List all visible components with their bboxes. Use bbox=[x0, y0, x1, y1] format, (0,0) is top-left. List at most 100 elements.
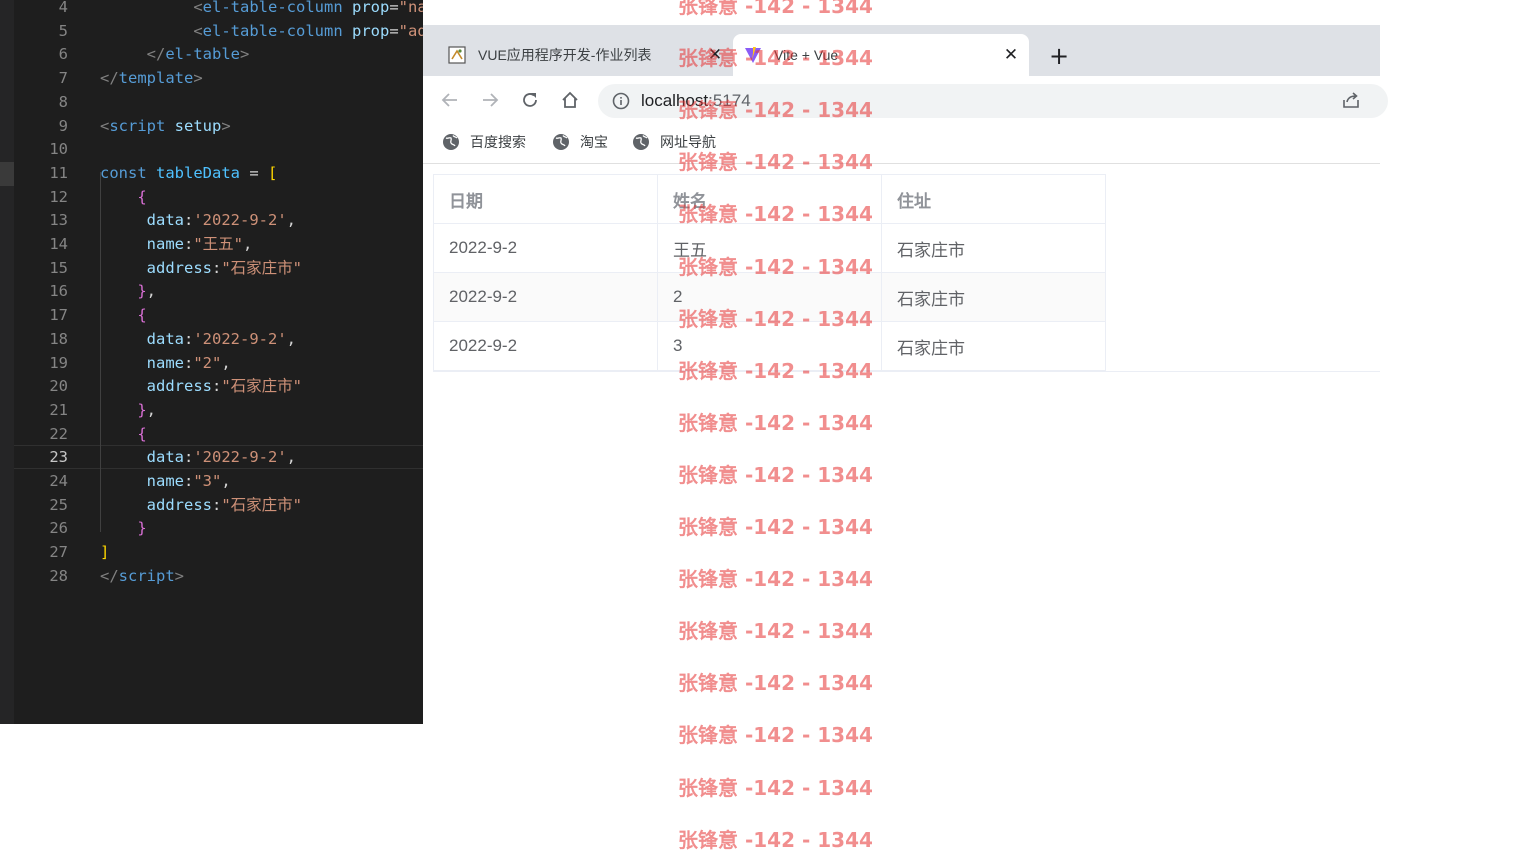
code-line[interactable]: 25 address:"石家庄市" bbox=[14, 493, 423, 517]
bookmark-url-nav[interactable]: 网址导航 bbox=[632, 132, 716, 152]
globe-icon bbox=[443, 134, 459, 150]
code-token: prop bbox=[342, 0, 390, 16]
watermark-text: 张锋意 -142 - 1344 bbox=[678, 306, 873, 331]
code-line[interactable]: 18 data:'2022-9-2', bbox=[14, 327, 423, 351]
code-editor[interactable]: 4 <el-table-column prop="name" label="姓名… bbox=[0, 0, 423, 724]
code-line[interactable]: 6 </el-table> bbox=[14, 42, 423, 66]
indent-guide bbox=[100, 172, 101, 532]
code-token: = bbox=[240, 163, 268, 182]
code-line[interactable]: 24 name:"3", bbox=[14, 469, 423, 493]
code-line[interactable]: 23 data:'2022-9-2', bbox=[14, 445, 423, 470]
code-token: "2" bbox=[193, 353, 222, 372]
code-token: '2022-9-2' bbox=[193, 448, 287, 467]
code-line[interactable]: 22 { bbox=[14, 422, 423, 446]
code-token: prop bbox=[342, 21, 390, 40]
close-icon[interactable]: ✕ bbox=[999, 45, 1023, 65]
code-line[interactable]: 13 data:'2022-9-2', bbox=[14, 208, 423, 232]
watermark-text: 张锋意 -142 - 1344 bbox=[678, 619, 873, 644]
code-line[interactable]: 12 { bbox=[14, 185, 423, 209]
watermark-text: 张锋意 -142 - 1344 bbox=[678, 462, 873, 487]
code-text: name:"2", bbox=[100, 351, 231, 375]
code-token: : bbox=[184, 211, 194, 230]
code-token: : bbox=[212, 495, 222, 514]
editor-activity-strip bbox=[0, 0, 14, 724]
home-icon[interactable] bbox=[559, 89, 581, 111]
code-line[interactable]: 15 address:"石家庄市" bbox=[14, 256, 423, 280]
code-token: name bbox=[146, 353, 184, 372]
code-line[interactable]: 11 const tableData = [ bbox=[14, 161, 423, 185]
code-token: address bbox=[146, 258, 212, 277]
code-line[interactable]: 9 <script setup> bbox=[14, 114, 423, 138]
code-text: const tableData = [ bbox=[100, 161, 277, 185]
line-number: 14 bbox=[49, 235, 68, 253]
code-token: </ bbox=[100, 69, 119, 88]
code-text: { bbox=[100, 303, 146, 327]
code-token: { bbox=[137, 187, 147, 206]
code-token: > bbox=[240, 45, 250, 64]
code-line[interactable]: 27] bbox=[14, 540, 423, 564]
share-icon[interactable] bbox=[1341, 90, 1361, 114]
code-line[interactable]: 10 bbox=[14, 137, 423, 161]
watermark-text: 张锋意 -142 - 1344 bbox=[678, 567, 873, 592]
code-token: data bbox=[146, 329, 184, 348]
back-icon[interactable] bbox=[439, 89, 461, 111]
code-token: data bbox=[146, 211, 184, 230]
bookmark-taobao[interactable]: 淘宝 bbox=[552, 132, 608, 152]
watermark-text: 张锋意 -142 - 1344 bbox=[678, 202, 873, 227]
code-line[interactable]: 16 }, bbox=[14, 279, 423, 303]
code-token: [ bbox=[268, 163, 278, 182]
line-number: 20 bbox=[49, 377, 68, 396]
line-number: 18 bbox=[49, 329, 68, 348]
info-icon[interactable] bbox=[612, 92, 630, 114]
code-token: address bbox=[146, 377, 212, 396]
code-token: "石家庄市" bbox=[221, 495, 303, 514]
code-token: '2022-9-2' bbox=[193, 329, 287, 348]
code-token: > bbox=[193, 69, 203, 88]
code-line[interactable]: 4 <el-table-column prop="name" label="姓名… bbox=[14, 0, 423, 19]
code-text: ] bbox=[100, 540, 109, 564]
code-token: < bbox=[193, 21, 203, 40]
forward-icon[interactable] bbox=[479, 89, 501, 111]
code-token: const bbox=[100, 163, 147, 182]
code-text: </template> bbox=[100, 66, 203, 90]
code-line[interactable]: 17 { bbox=[14, 303, 423, 327]
watermark-text: 张锋意 -142 - 1344 bbox=[678, 0, 873, 18]
table-bottom-border bbox=[433, 371, 1380, 372]
code-token: "name" bbox=[398, 0, 423, 16]
code-line[interactable]: 26 } bbox=[14, 516, 423, 540]
table-cell: 石家庄市 bbox=[881, 272, 1106, 322]
code-token: : bbox=[212, 377, 222, 396]
code-line[interactable]: 14 name:"王五", bbox=[14, 232, 423, 256]
code-line[interactable]: 20 address:"石家庄市" bbox=[14, 374, 423, 398]
code-token: : bbox=[184, 235, 194, 253]
line-number: 4 bbox=[58, 0, 68, 16]
line-number: 5 bbox=[58, 21, 68, 40]
code-line[interactable]: 28 </script> bbox=[14, 564, 423, 588]
code-line[interactable]: 7 </template> bbox=[14, 66, 423, 90]
watermark-text: 张锋意 -142 - 1344 bbox=[678, 254, 873, 279]
watermark-text: 张锋意 -142 - 1344 bbox=[678, 515, 873, 539]
code-token: template bbox=[118, 69, 194, 88]
code-text: address:"石家庄市" bbox=[100, 374, 302, 398]
code-token: : bbox=[184, 353, 194, 372]
reload-icon[interactable] bbox=[519, 89, 541, 111]
code-token: , bbox=[243, 235, 253, 253]
code-token: < bbox=[100, 116, 110, 135]
code-token: > bbox=[174, 566, 185, 585]
code-line[interactable]: 21 }, bbox=[14, 398, 423, 422]
code-line[interactable]: 19 name:"2", bbox=[14, 351, 423, 375]
column-header-address[interactable]: 住址 bbox=[881, 174, 1106, 224]
code-line[interactable]: 5 <el-table-column prop="address" label=… bbox=[14, 19, 423, 43]
new-tab-button[interactable]: + bbox=[1045, 41, 1073, 71]
table-cell: 2022-9-2 bbox=[433, 272, 658, 322]
line-number: 15 bbox=[49, 258, 68, 277]
watermark-text: 张锋意 -142 - 1344 bbox=[678, 46, 873, 71]
column-header-date[interactable]: 日期 bbox=[433, 174, 658, 224]
bookmarks-bar: 百度搜索 淘宝 网址导航 bbox=[423, 124, 1380, 164]
code-token: "3" bbox=[193, 472, 222, 490]
code-text: { bbox=[100, 185, 147, 209]
code-line[interactable]: 8 bbox=[14, 90, 423, 114]
line-number: 25 bbox=[49, 495, 68, 514]
bookmark-baidu[interactable]: 百度搜索 bbox=[442, 132, 526, 152]
code-text: </script> bbox=[100, 564, 184, 588]
